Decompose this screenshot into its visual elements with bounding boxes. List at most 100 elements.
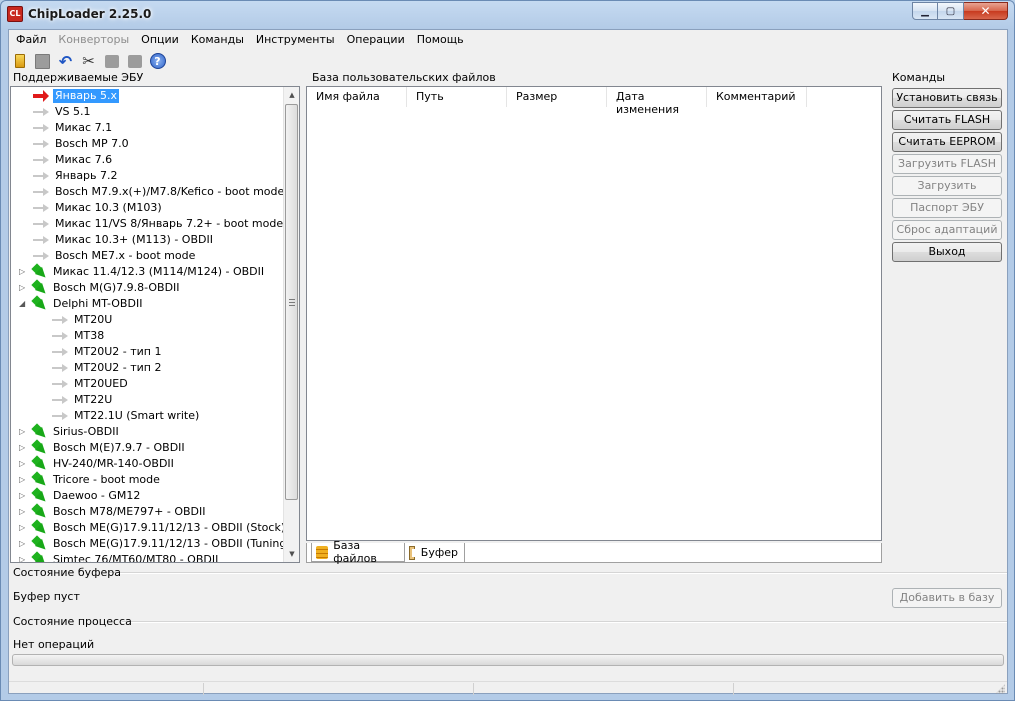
tab-file-database[interactable]: База файлов: [311, 539, 405, 565]
tree-leaf-item[interactable]: MT20U2 - тип 1: [50, 344, 163, 360]
resize-grip-icon[interactable]: [995, 684, 1005, 694]
tree-leaf-item[interactable]: MT20U2 - тип 2: [50, 360, 163, 376]
read-flash-button[interactable]: Считать FLASH: [892, 110, 1002, 130]
menu-item[interactable]: Конверторы: [52, 30, 135, 50]
open-folder-button[interactable]: [11, 53, 28, 70]
paste-button[interactable]: [126, 53, 143, 70]
green-arrow-icon: [31, 264, 49, 280]
collapse-icon[interactable]: ◢: [19, 299, 28, 308]
grey-arrow-icon: [31, 186, 51, 198]
tree-group-item[interactable]: ▷ Микас 11.4/12.3 (M114/M124) - OBDII: [19, 264, 266, 280]
tree-item-label: Delphi MT-OBDII: [53, 297, 143, 310]
scroll-down-icon[interactable]: ▼: [284, 546, 299, 562]
grey-arrow-icon: [50, 410, 70, 422]
menu-item[interactable]: Помощь: [411, 30, 470, 50]
help-button[interactable]: ?: [149, 53, 166, 70]
tree-group-item[interactable]: ▷ Bosch M(G)7.9.8-OBDII: [19, 280, 182, 296]
tree-leaf-item[interactable]: Bosch ME7.x - boot mode: [31, 248, 197, 264]
tree-group-item[interactable]: ▷ Sirius-OBDII: [19, 424, 121, 440]
expand-icon[interactable]: ▷: [19, 267, 28, 276]
tree-leaf-item[interactable]: Январь 7.2: [31, 168, 120, 184]
tree-leaf-item[interactable]: Микас 10.3 (M103): [31, 200, 164, 216]
tree-leaf-item[interactable]: Микас 10.3+ (M113) - OBDII: [31, 232, 215, 248]
write-flash-button[interactable]: Загрузить FLASH: [892, 154, 1002, 174]
read-eeprom-button[interactable]: Считать EEPROM: [892, 132, 1002, 152]
copy-button[interactable]: [103, 53, 120, 70]
green-arrow-icon: [31, 504, 49, 520]
tree-title: Поддерживаемые ЭБУ: [13, 71, 144, 84]
tree-leaf-item[interactable]: Bosch M7.9.x(+)/M7.8/Kefico - boot mode: [31, 184, 285, 200]
tree-leaf-item[interactable]: MT22.1U (Smart write): [50, 408, 201, 424]
cut-button[interactable]: ✂: [80, 52, 97, 70]
menu-item[interactable]: Опции: [135, 30, 185, 50]
tree-leaf-item[interactable]: MT20U: [50, 312, 114, 328]
ecu-tree[interactable]: Январь 5.x VS 5.1 Микас 7.1 Bosch MP 7.0 Мик…: [10, 86, 300, 563]
expand-icon[interactable]: ▷: [19, 427, 28, 436]
tree-item-label: Bosch M(E)7.9.7 - OBDII: [53, 441, 185, 454]
tree-leaf-item[interactable]: Микас 11/VS 8/Январь 7.2+ - boot mode: [31, 216, 285, 232]
tree-leaf-item[interactable]: MT20UED: [50, 376, 130, 392]
expand-icon[interactable]: ▷: [19, 523, 28, 532]
add-to-db-button[interactable]: Добавить в базу: [892, 588, 1002, 608]
undo-button[interactable]: ↶: [57, 52, 74, 71]
tree-group-item[interactable]: ▷ Bosch M(E)7.9.7 - OBDII: [19, 440, 187, 456]
tree-leaf-item[interactable]: VS 5.1: [31, 104, 93, 120]
expand-icon[interactable]: ▷: [19, 539, 28, 548]
column-header[interactable]: Путь: [407, 87, 507, 107]
green-arrow-icon: [31, 520, 49, 536]
tree-group-item[interactable]: ▷ Simtec 76/MT60/MT80 - OBDII: [19, 552, 220, 562]
reset-adaptations-button[interactable]: Сброс адаптаций: [892, 220, 1002, 240]
tree-item-label: Январь 7.2: [55, 169, 118, 182]
column-header[interactable]: Комментарий: [707, 87, 807, 107]
tree-leaf-item[interactable]: Январь 5.x: [31, 88, 120, 104]
tree-leaf-item[interactable]: MT38: [50, 328, 106, 344]
ecu-passport-button[interactable]: Паспорт ЭБУ: [892, 198, 1002, 218]
tree-item-label: MT20UED: [74, 377, 128, 390]
scroll-thumb[interactable]: [285, 104, 298, 500]
menu-bar: Файл Конверторы Опции Команды Инструменты Опе…: [9, 30, 1007, 50]
expand-icon[interactable]: ▷: [19, 491, 28, 500]
maximize-button[interactable]: ▢: [938, 2, 964, 20]
menu-item[interactable]: Команды: [185, 30, 250, 50]
menu-item[interactable]: Файл: [10, 30, 52, 50]
column-header[interactable]: Размер: [507, 87, 607, 107]
tree-leaf-item[interactable]: Микас 7.6: [31, 152, 114, 168]
expand-icon[interactable]: ▷: [19, 283, 28, 292]
tree-leaf-item[interactable]: Микас 7.1: [31, 120, 114, 136]
minimize-button[interactable]: ▁: [912, 2, 938, 20]
tab-buffer[interactable]: Буфер: [405, 543, 465, 562]
connect-button[interactable]: Установить связь: [892, 88, 1002, 108]
tree-group-item[interactable]: ◢ Delphi MT-OBDII: [19, 296, 144, 312]
tree-leaf-item[interactable]: MT22U: [50, 392, 114, 408]
expand-icon[interactable]: ▷: [19, 443, 28, 452]
save-button[interactable]: [34, 53, 51, 70]
copy-icon: [104, 54, 119, 68]
tree-item-label: Микас 10.3+ (M113) - OBDII: [55, 233, 213, 246]
tree-group-item[interactable]: ▷ Bosch ME(G)17.9.11/12/13 - OBDII (Stock…: [19, 520, 285, 536]
tree-group-item[interactable]: ▷ Daewoo - GM12: [19, 488, 142, 504]
paste-icon: [127, 54, 142, 68]
menu-item[interactable]: Операции: [341, 30, 411, 50]
scroll-up-icon[interactable]: ▲: [284, 87, 299, 103]
client-area: Файл Конверторы Опции Команды Инструменты Опе…: [8, 29, 1008, 695]
expand-icon[interactable]: ▷: [19, 555, 28, 562]
column-header[interactable]: Имя файла: [307, 87, 407, 107]
expand-icon[interactable]: ▷: [19, 475, 28, 484]
file-list[interactable]: Имя файла Путь Размер Дата изменения Коммент…: [306, 86, 882, 541]
tree-group-item[interactable]: ▷ Bosch ME(G)17.9.11/12/13 - OBDII (Tunin…: [19, 536, 285, 552]
tree-group-item[interactable]: ▷ Tricore - boot mode: [19, 472, 162, 488]
tree-scrollbar[interactable]: ▲ ▼: [283, 87, 299, 562]
menu-item[interactable]: Инструменты: [250, 30, 341, 50]
tree-group-item[interactable]: ▷ Bosch M78/ME797+ - OBDII: [19, 504, 208, 520]
exit-button[interactable]: Выход: [892, 242, 1002, 262]
tree-group-item[interactable]: ▷ HV-240/MR-140-OBDII: [19, 456, 176, 472]
write-eeprom-button[interactable]: Загрузить EEPROM: [892, 176, 1002, 210]
close-button[interactable]: ✕: [964, 2, 1008, 20]
column-header[interactable]: Дата изменения: [607, 87, 707, 116]
expand-icon[interactable]: ▷: [19, 507, 28, 516]
tree-item-label: HV-240/MR-140-OBDII: [53, 457, 174, 470]
expand-icon[interactable]: ▷: [19, 459, 28, 468]
tree-item-label: MT20U2 - тип 2: [74, 361, 162, 374]
tree-leaf-item[interactable]: Bosch MP 7.0: [31, 136, 131, 152]
title-bar[interactable]: CL ChipLoader 2.25.0 ▁ ▢ ✕: [1, 1, 1014, 29]
